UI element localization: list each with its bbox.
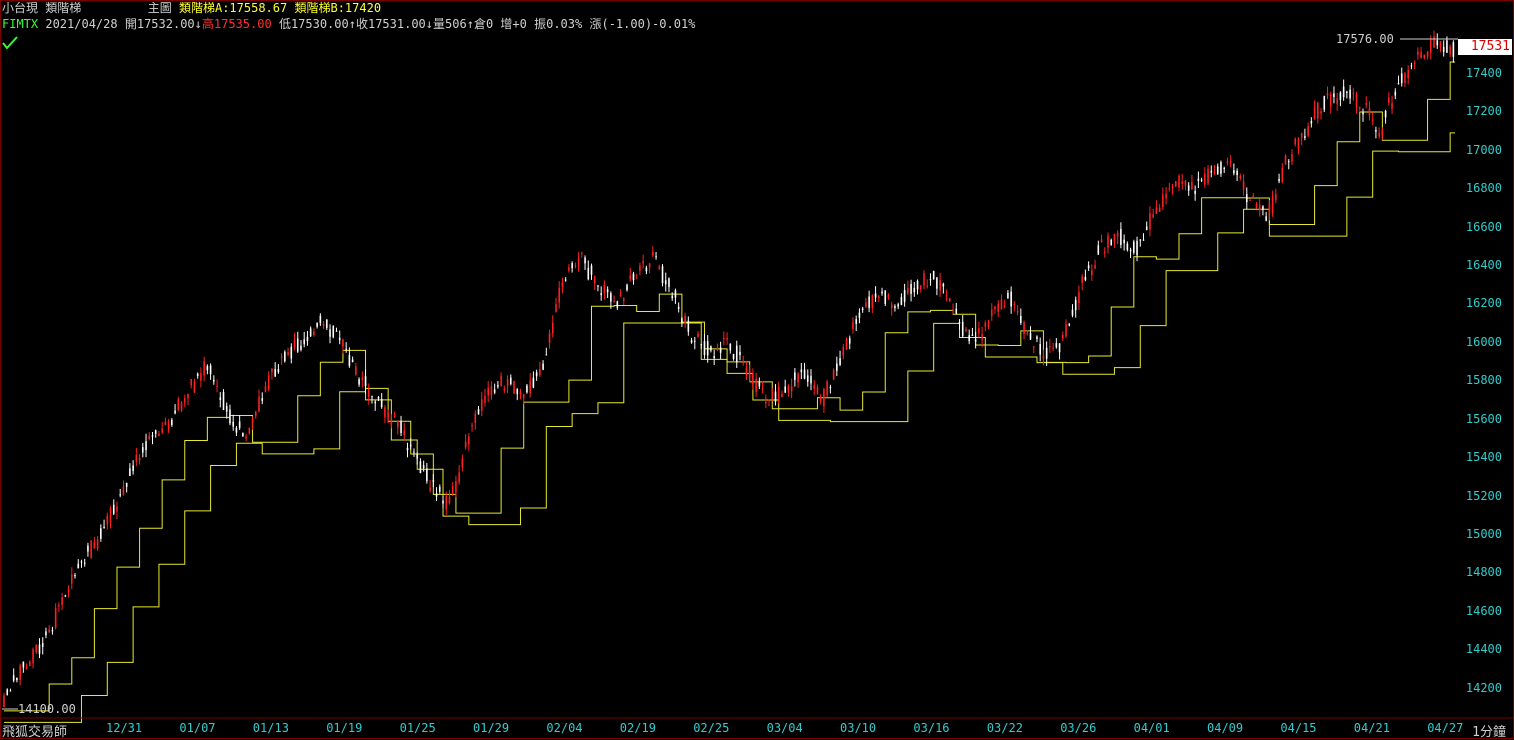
y-tick-label: 16800 <box>1465 181 1502 196</box>
y-tick-label: 17000 <box>1465 142 1502 157</box>
amplitude: 振0.03% <box>534 17 583 31</box>
x-tick-label: 04/09 <box>1207 721 1244 735</box>
y-tick-label: 14200 <box>1465 680 1502 695</box>
instrument-name: 小台現 <box>2 1 39 15</box>
y-tick-label: 15400 <box>1465 450 1502 465</box>
symbol: FIMTX <box>2 17 39 31</box>
close-price: 收17531.00 <box>355 17 426 31</box>
open-price: 開17532.00 <box>124 17 195 31</box>
main-chart-label: 主圖 <box>147 1 172 15</box>
chart-frame <box>0 0 1514 739</box>
price-change: 漲(-1.00)-0.01% <box>589 17 696 31</box>
x-tick-label: 01/29 <box>473 721 510 735</box>
x-tick-label: 01/13 <box>252 721 289 735</box>
y-tick-label: 16600 <box>1465 219 1502 234</box>
ladder-a-value: 類階梯A:17558.67 <box>178 1 288 15</box>
x-tick-label: 02/04 <box>546 721 583 735</box>
x-tick-label: 02/19 <box>619 721 656 735</box>
x-tick-label: 03/22 <box>986 721 1023 735</box>
check-icon[interactable] <box>2 36 18 50</box>
quote-date: 2021/04/28 <box>45 17 118 31</box>
period-selector[interactable]: 1分鐘 <box>1472 721 1506 740</box>
x-tick-label: 04/27 <box>1427 721 1464 735</box>
brand-label: 飛狐交易師 <box>2 725 68 740</box>
x-tick-label: 03/26 <box>1060 721 1097 735</box>
y-tick-label: 15600 <box>1465 411 1502 426</box>
x-tick-label: 04/01 <box>1133 721 1170 735</box>
y-tick-label: 15200 <box>1465 488 1502 503</box>
indicator-name: 類階梯 <box>45 1 82 15</box>
ladder-b-value: 類階梯B:17420 <box>294 1 382 15</box>
x-tick-label: 03/10 <box>840 721 877 735</box>
quote-bar: FIMTX 2021/04/28 開17532.00↓高17535.00 低17… <box>2 16 695 32</box>
y-tick-label: 14800 <box>1465 565 1502 580</box>
y-tick-label: 15800 <box>1465 373 1502 388</box>
x-axis[interactable]: 12/31 01/07 01/13 01/19 01/25 01/29 02/04 02/19… <box>0 719 1514 739</box>
y-tick-label: 16200 <box>1465 296 1502 311</box>
high-marker-label: 17576.00 <box>1336 32 1394 46</box>
chart-title-bar: 小台現 類階梯 主圖 類階梯A:17558.67 類階梯B:17420 <box>2 0 381 16</box>
close-arrow-icon: ↑ <box>348 17 356 31</box>
y-tick-label: 16000 <box>1465 334 1502 349</box>
x-tick-label: 01/19 <box>326 721 363 735</box>
low-marker-label: 14100.00 <box>18 702 76 716</box>
oi-change: 增+0 <box>500 17 527 31</box>
y-tick-label: 14600 <box>1465 603 1502 618</box>
open-interest: 倉0 <box>473 17 494 31</box>
volume: 量506 <box>433 17 467 31</box>
y-tick-label: 17200 <box>1465 104 1502 119</box>
high-arrow-icon: ↓ <box>194 17 202 31</box>
oi-arrow-icon: ↑ <box>466 17 474 31</box>
x-tick-label: 01/07 <box>179 721 216 735</box>
x-tick-label: 03/04 <box>766 721 803 735</box>
x-tick-label: 04/15 <box>1280 721 1317 735</box>
y-tick-label: 17400 <box>1465 65 1502 80</box>
x-tick-label: 02/25 <box>693 721 730 735</box>
x-tick-label: 12/31 <box>106 721 143 735</box>
y-tick-label: 14400 <box>1465 642 1502 657</box>
x-tick-label: 03/16 <box>913 721 950 735</box>
x-tick-label: 01/25 <box>399 721 436 735</box>
high-price: 高17535.00 <box>201 17 272 31</box>
x-tick-label: 04/21 <box>1353 721 1390 735</box>
low-price: 低17530.00 <box>278 17 349 31</box>
volume-arrow-icon: ↓ <box>425 17 434 31</box>
last-price-tag: 17531 <box>1458 39 1512 55</box>
y-tick-label: 15000 <box>1465 527 1502 542</box>
y-tick-label: 16400 <box>1465 257 1502 272</box>
